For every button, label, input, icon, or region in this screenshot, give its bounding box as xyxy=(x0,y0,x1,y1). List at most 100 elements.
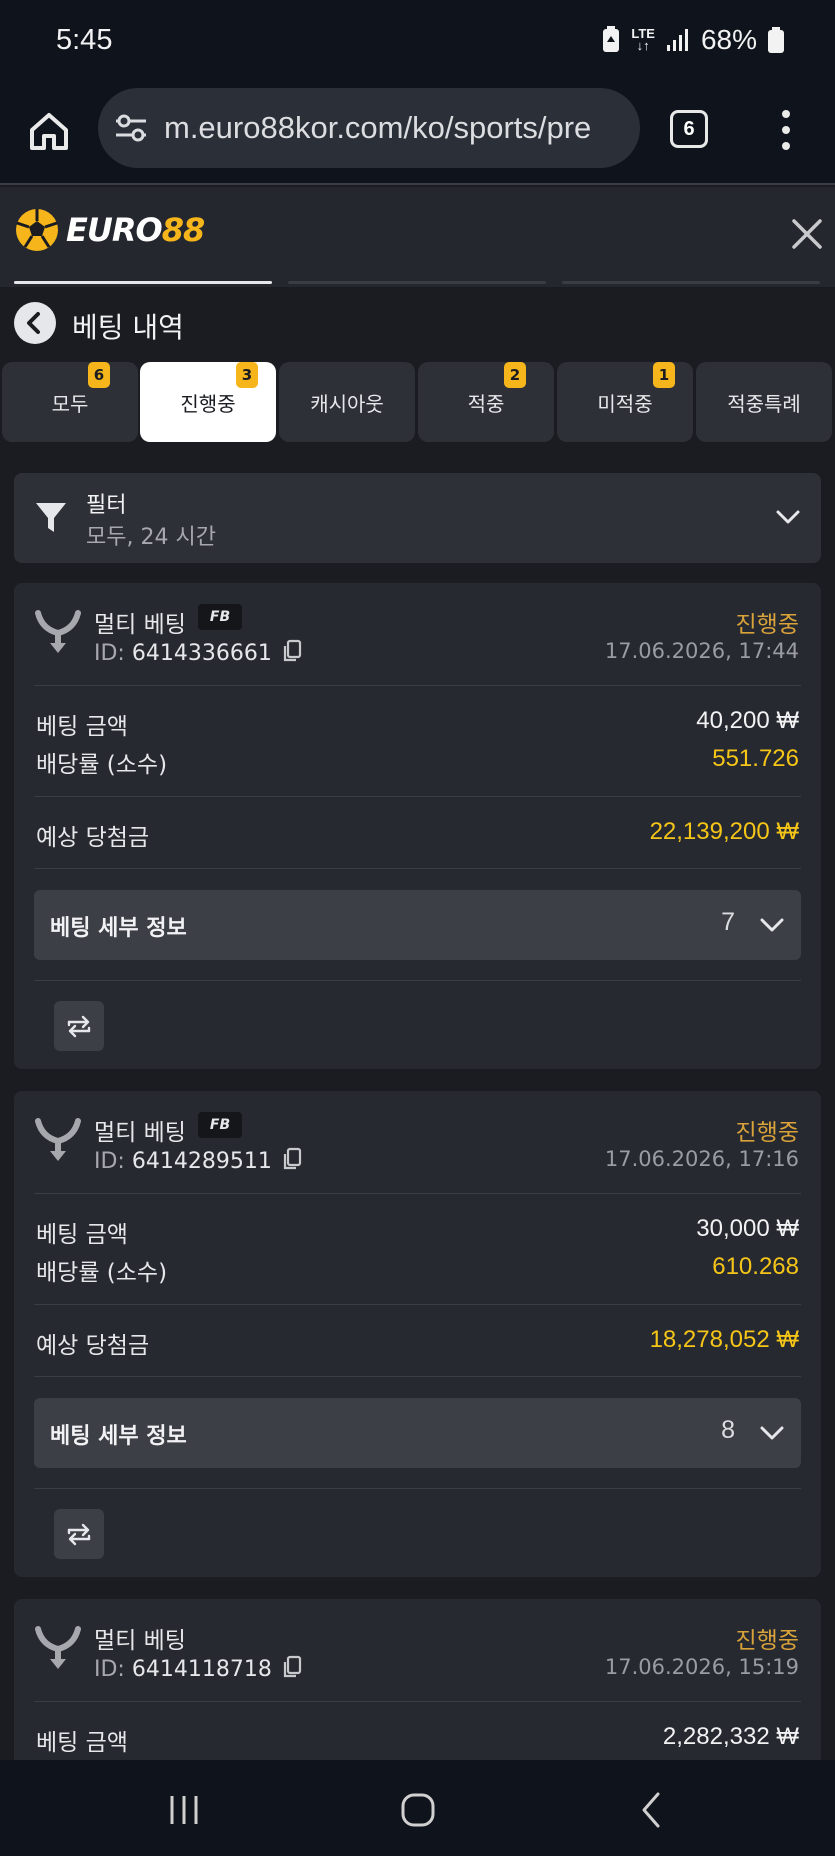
bet-card: 멀티 베팅 FB ID: 6414289511 진행중 17.06.2026, … xyxy=(14,1091,821,1577)
bet-id: ID: 6414336661 xyxy=(94,639,302,666)
repeat-bet-button[interactable] xyxy=(54,1509,104,1559)
selection-count: 7 xyxy=(721,908,735,936)
page-header: 베팅 내역 xyxy=(0,290,835,360)
bet-id: ID: 6414289511 xyxy=(94,1147,302,1174)
back-nav-icon[interactable] xyxy=(632,1790,672,1830)
count-badge: 6 xyxy=(88,362,110,388)
battery-saver-icon xyxy=(603,26,620,52)
bet-id: ID: 6414118718 xyxy=(94,1655,302,1682)
chevron-down-icon xyxy=(760,918,784,932)
selection-count: 8 xyxy=(721,1416,735,1444)
bet-details-toggle[interactable]: 베팅 세부 정보 7 xyxy=(34,890,801,960)
system-navigation-bar xyxy=(0,1760,835,1856)
bet-type: 멀티 베팅 xyxy=(94,1120,186,1146)
bet-status: 진행중 xyxy=(735,612,799,638)
home-icon[interactable] xyxy=(26,108,72,154)
divider xyxy=(34,1488,801,1489)
filter-title: 필터 xyxy=(86,493,127,518)
soccer-ball-icon xyxy=(16,209,58,251)
back-button[interactable] xyxy=(14,302,56,344)
tab-all[interactable]: 모두 6 xyxy=(2,362,138,442)
fb-badge: FB xyxy=(198,604,242,630)
bet-date: 17.06.2026, 17:44 xyxy=(604,639,799,663)
tab-special-win[interactable]: 적중특례 xyxy=(696,362,832,442)
repeat-icon xyxy=(67,1015,91,1038)
battery-percent: 68% xyxy=(700,24,757,55)
divider xyxy=(34,980,801,981)
count-badge: 1 xyxy=(653,362,675,388)
url-text: m.euro88kor.com/ko/sports/pre xyxy=(164,110,592,145)
home-nav-icon[interactable] xyxy=(398,1790,438,1830)
bet-status: 진행중 xyxy=(735,1628,799,1654)
stake-value: 2,282,332 ₩ xyxy=(662,1723,799,1750)
tab-lost[interactable]: 미적중 1 xyxy=(557,362,693,442)
signal-icon xyxy=(666,29,688,51)
repeat-bet-button[interactable] xyxy=(54,1001,104,1051)
bet-date: 17.06.2026, 17:16 xyxy=(604,1147,799,1171)
tab-won[interactable]: 적중 2 xyxy=(418,362,554,442)
chevron-left-icon xyxy=(27,312,40,334)
clock: 5:45 xyxy=(56,24,113,56)
bet-type: 멀티 베팅 xyxy=(94,612,186,638)
potential-win-value: 18,278,052 ₩ xyxy=(649,1326,799,1353)
copy-icon[interactable] xyxy=(282,639,302,663)
stake-label: 베팅 금액 xyxy=(36,1222,128,1248)
lte-indicator: LTE ↓↑ xyxy=(631,26,655,53)
tab-in-progress[interactable]: 진행중 3 xyxy=(140,362,276,442)
euro88-logo[interactable]: EURO88 xyxy=(14,207,205,253)
more-menu-icon[interactable] xyxy=(776,108,796,152)
close-icon[interactable] xyxy=(790,217,824,251)
multi-bet-icon xyxy=(35,1626,81,1669)
site-header: EURO88 xyxy=(0,187,835,287)
bet-details-label: 베팅 세부 정보 xyxy=(50,916,187,941)
tab-switcher-button[interactable]: 6 xyxy=(670,110,708,148)
copy-icon[interactable] xyxy=(282,1655,302,1679)
divider xyxy=(34,796,801,797)
bet-card: 멀티 베팅 FB ID: 6414336661 진행중 17.06.2026, … xyxy=(14,583,821,1069)
address-bar[interactable]: m.euro88kor.com/ko/sports/pre xyxy=(98,88,640,168)
filter-funnel-icon xyxy=(36,503,66,532)
filter-dropdown[interactable]: 필터 모두, 24 시간 xyxy=(14,473,821,563)
bet-status-tabs: 모두 6 진행중 3 캐시아웃 적중 2 미적중 1 적중특례 xyxy=(0,362,835,444)
fb-badge: FB xyxy=(198,1112,242,1138)
potential-win-label: 예상 당첨금 xyxy=(36,825,150,851)
status-icons: LTE ↓↑ 68% xyxy=(601,24,785,56)
filter-value: 모두, 24 시간 xyxy=(86,525,216,550)
multi-bet-icon xyxy=(35,1118,81,1161)
divider xyxy=(34,1701,801,1702)
bet-details-toggle[interactable]: 베팅 세부 정보 8 xyxy=(34,1398,801,1468)
bet-type: 멀티 베팅 xyxy=(94,1628,186,1654)
odds-label: 배당률 (소수) xyxy=(36,752,168,778)
divider xyxy=(34,1304,801,1305)
potential-win-value: 22,139,200 ₩ xyxy=(649,818,799,845)
chevron-down-icon xyxy=(776,510,800,524)
copy-icon[interactable] xyxy=(282,1147,302,1171)
recent-apps-icon[interactable] xyxy=(164,1790,204,1830)
chevron-down-icon xyxy=(760,1426,784,1440)
divider xyxy=(34,685,801,686)
count-badge: 2 xyxy=(504,362,526,388)
bet-card: 멀티 베팅 ID: 6414118718 진행중 17.06.2026, 15:… xyxy=(14,1599,821,1760)
browser-toolbar: m.euro88kor.com/ko/sports/pre 6 xyxy=(0,82,835,185)
stake-value: 30,000 ₩ xyxy=(696,1215,799,1242)
battery-icon xyxy=(768,27,784,53)
bet-status: 진행중 xyxy=(735,1120,799,1146)
count-badge: 3 xyxy=(236,362,258,388)
bet-details-label: 베팅 세부 정보 xyxy=(50,1424,187,1449)
odds-label: 배당률 (소수) xyxy=(36,1260,168,1286)
stake-label: 베팅 금액 xyxy=(36,714,128,740)
stake-label: 베팅 금액 xyxy=(36,1730,128,1756)
odds-value: 551.726 xyxy=(712,745,799,772)
stake-value: 40,200 ₩ xyxy=(696,707,799,734)
bet-date: 17.06.2026, 15:19 xyxy=(604,1655,799,1679)
tab-cashout[interactable]: 캐시아웃 xyxy=(279,362,415,442)
repeat-icon xyxy=(67,1523,91,1546)
divider xyxy=(34,1376,801,1377)
page-title: 베팅 내역 xyxy=(72,311,184,344)
potential-win-label: 예상 당첨금 xyxy=(36,1333,150,1359)
system-status-bar: 5:45 LTE ↓↑ 68% xyxy=(0,0,835,82)
divider xyxy=(34,1193,801,1194)
header-tab-indicators xyxy=(0,281,835,285)
site-settings-icon[interactable] xyxy=(114,112,148,144)
divider xyxy=(34,868,801,869)
